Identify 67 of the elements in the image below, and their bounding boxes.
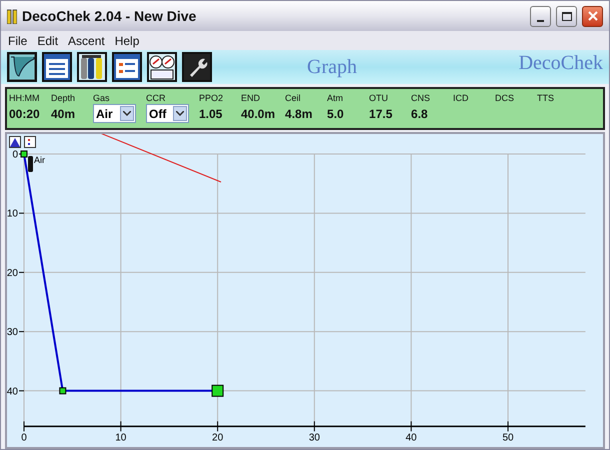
readout-value: 00:20: [9, 106, 41, 123]
maximize-icon: [562, 12, 572, 20]
legend-icon[interactable]: [24, 136, 36, 148]
app-icon: [7, 8, 17, 24]
y-tick-label: 20: [7, 268, 18, 279]
toolbar-button[interactable]: [182, 52, 212, 82]
readout-value: 40m: [51, 106, 76, 123]
waypoint-marker[interactable]: [59, 387, 66, 394]
readout-label: END: [241, 92, 262, 105]
profile-graph-icon: [9, 54, 35, 80]
menu-item[interactable]: Edit: [32, 32, 64, 50]
readout-label: Depth: [51, 92, 76, 105]
waypoint-marker[interactable]: [212, 384, 224, 397]
menu-item[interactable]: Help: [110, 32, 144, 50]
readout-value: 4.8m: [285, 106, 314, 123]
readout-label: CNS: [411, 92, 432, 105]
list-icon: [44, 54, 70, 80]
x-tick-label: 50: [502, 432, 514, 444]
readout-value: 1.05: [199, 106, 224, 123]
readout-label: Atm: [327, 92, 344, 105]
menu-item[interactable]: Ascent: [63, 32, 110, 50]
readout-label: DCS: [495, 92, 516, 105]
x-tick-label: 10: [115, 432, 126, 444]
window-title: DecoChek 2.04 - New Dive: [22, 6, 198, 26]
readout-value: 6.8: [411, 106, 429, 123]
readout-label: Gas: [93, 92, 111, 105]
wrench-icon: [184, 54, 210, 80]
toolbar-button[interactable]: [77, 52, 107, 82]
readout-value: 17.5: [369, 106, 394, 123]
readout-label: TTS: [537, 92, 556, 105]
dropdown[interactable]: Off: [146, 104, 189, 123]
waypoint-marker[interactable]: [20, 150, 28, 158]
toolbar-button[interactable]: [112, 52, 142, 82]
y-tick-label: 0: [12, 150, 18, 160]
gas-label: Air: [34, 155, 45, 165]
x-tick-label: 30: [308, 432, 320, 444]
minimize-button[interactable]: [530, 6, 551, 26]
histogram-icon[interactable]: [9, 136, 21, 148]
dropdown[interactable]: Air: [93, 104, 136, 123]
brand-logo: DecoChek: [518, 51, 603, 76]
x-tick-label: 40: [406, 432, 417, 444]
form-icon: [114, 54, 140, 80]
readout-label: Ceil: [285, 92, 302, 105]
readout-value: 40.0m: [241, 106, 276, 123]
maximize-button[interactable]: [556, 6, 577, 26]
cylinder-icon: [28, 156, 33, 172]
readout-label: ICD: [453, 92, 470, 105]
x-tick-label: 0: [21, 432, 27, 444]
x-tick-label: 20: [212, 432, 224, 444]
toolbar-button[interactable]: [42, 52, 72, 82]
toolbar-button[interactable]: [7, 52, 37, 82]
menu-item[interactable]: File: [3, 32, 32, 50]
toolbar-button[interactable]: [147, 52, 177, 82]
close-button[interactable]: [582, 6, 603, 26]
y-tick-label: 10: [7, 208, 18, 220]
gauges-icon: [149, 54, 175, 80]
cylinders-icon: [79, 54, 105, 80]
minimize-icon: [537, 20, 544, 22]
close-icon: [588, 11, 598, 21]
y-tick-label: 30: [7, 327, 18, 338]
view-title: Graph: [307, 55, 357, 80]
readout-label: HH:MM: [9, 92, 40, 105]
readout-label: PPO2: [199, 92, 224, 105]
readout-value: 5.0: [327, 106, 345, 123]
readout-label: CCR: [146, 92, 166, 105]
readout-label: OTU: [369, 92, 390, 105]
y-tick-label: 40: [7, 386, 18, 398]
